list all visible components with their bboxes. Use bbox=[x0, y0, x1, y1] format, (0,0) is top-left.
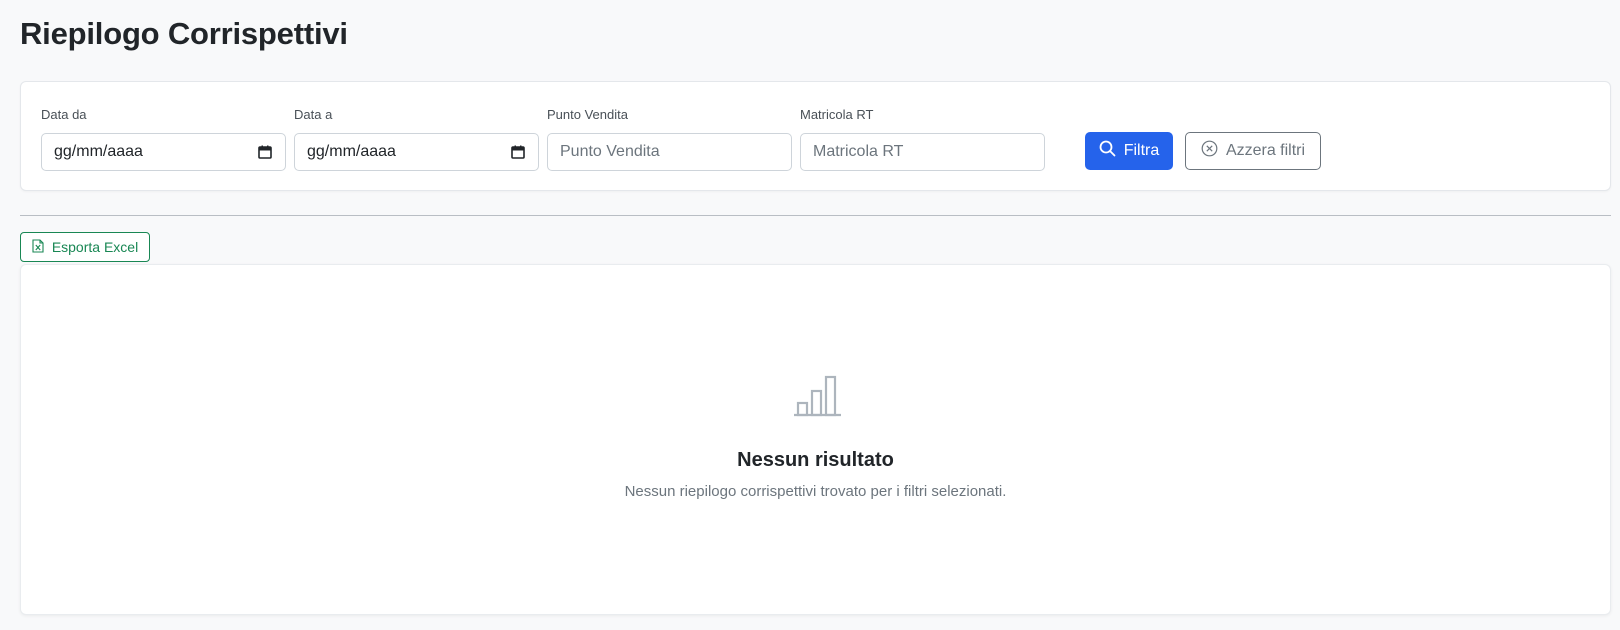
date-to-field: Data a gg/mm/aaaa bbox=[294, 106, 539, 171]
search-icon bbox=[1099, 140, 1116, 162]
serial-field: Matricola RT bbox=[800, 106, 1045, 171]
date-from-value: gg/mm/aaaa bbox=[54, 143, 143, 160]
results-card: Nessun risultato Nessun riepilogo corris… bbox=[20, 264, 1611, 615]
divider bbox=[20, 215, 1611, 216]
store-field: Punto Vendita bbox=[547, 106, 792, 171]
filter-card: Data da gg/mm/aaaa Data a gg/mm/aaaa Pun… bbox=[20, 81, 1611, 191]
date-to-label: Data a bbox=[294, 107, 333, 122]
excel-file-icon bbox=[32, 238, 44, 256]
serial-input[interactable] bbox=[813, 143, 1032, 161]
calendar-icon[interactable] bbox=[257, 144, 273, 160]
reset-filters-button[interactable]: Azzera filtri bbox=[1185, 132, 1321, 170]
empty-state-message: Nessun riepilogo corrispettivi trovato p… bbox=[624, 483, 1007, 500]
date-from-input[interactable]: gg/mm/aaaa bbox=[41, 133, 286, 171]
serial-label: Matricola RT bbox=[800, 107, 874, 122]
bar-chart-icon bbox=[793, 373, 843, 422]
filter-button-label: Filtra bbox=[1123, 142, 1160, 159]
x-circle-icon bbox=[1201, 140, 1218, 162]
filter-button[interactable]: Filtra bbox=[1085, 132, 1173, 170]
store-input-wrapper bbox=[547, 133, 792, 171]
date-from-label: Data da bbox=[41, 107, 87, 122]
export-excel-button[interactable]: Esporta Excel bbox=[20, 232, 150, 262]
empty-state-title: Nessun risultato bbox=[737, 449, 894, 471]
serial-input-wrapper bbox=[800, 133, 1045, 171]
export-excel-label: Esporta Excel bbox=[51, 239, 139, 255]
reset-filters-label: Azzera filtri bbox=[1225, 142, 1306, 159]
calendar-icon[interactable] bbox=[510, 144, 526, 160]
page-title: Riepilogo Corrispettivi bbox=[20, 16, 348, 51]
store-label: Punto Vendita bbox=[547, 107, 628, 122]
date-to-input[interactable]: gg/mm/aaaa bbox=[294, 133, 539, 171]
date-to-value: gg/mm/aaaa bbox=[307, 143, 396, 160]
store-input[interactable] bbox=[560, 143, 779, 161]
date-from-field: Data da gg/mm/aaaa bbox=[41, 106, 286, 171]
